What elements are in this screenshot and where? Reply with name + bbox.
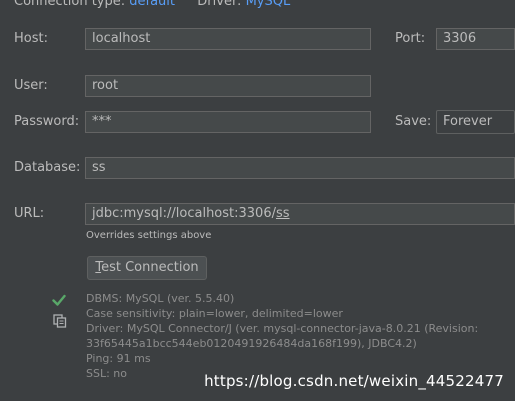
port-field[interactable]: 3306	[436, 28, 515, 50]
save-select[interactable]: Forever	[436, 110, 515, 134]
status-line-case-sensitivity: Case sensitivity: plain=lower, delimited…	[86, 307, 343, 320]
url-field[interactable]: jdbc:mysql://localhost:3306/ss	[85, 203, 515, 225]
url-label: URL:	[14, 206, 45, 221]
status-line-driver: Driver: MySQL Connector/J (ver. mysql-co…	[86, 322, 479, 335]
watermark: https://blog.csdn.net/weixin_44522477	[204, 372, 504, 390]
status-line-revision: 33f65445a1bcc544eb0120491926484da168f199…	[86, 337, 417, 350]
connection-type-label: Connection type:	[14, 0, 126, 9]
database-label: Database:	[14, 160, 81, 175]
connection-type-row: Connection type: default Driver: MySQL	[14, 0, 290, 9]
url-database: ss	[275, 206, 290, 221]
host-label: Host:	[14, 31, 48, 46]
url-prefix: jdbc:mysql://localhost:3306/	[92, 206, 276, 221]
driver-link[interactable]: MySQL	[246, 0, 291, 9]
host-field[interactable]: localhost	[85, 28, 371, 50]
save-label: Save:	[395, 114, 432, 129]
password-label: Password:	[14, 114, 80, 129]
copy-icon[interactable]	[53, 314, 67, 328]
user-label: User:	[14, 78, 48, 93]
driver-label: Driver:	[197, 0, 242, 9]
connection-type-link[interactable]: default	[129, 0, 175, 9]
check-icon	[52, 293, 66, 307]
database-field[interactable]: ss	[85, 157, 515, 179]
test-connection-button[interactable]: Test Connection	[87, 256, 207, 280]
url-hint: Overrides settings above	[86, 230, 212, 241]
user-field[interactable]: root	[85, 75, 371, 97]
port-label: Port:	[395, 31, 426, 46]
password-field[interactable]: ***	[85, 111, 371, 133]
status-line-dbms: DBMS: MySQL (ver. 5.5.40)	[86, 292, 235, 305]
status-line-ping: Ping: 91 ms	[86, 352, 151, 365]
test-connection-label: est Connection	[101, 260, 199, 275]
connection-status: DBMS: MySQL (ver. 5.5.40) Case sensitivi…	[86, 291, 478, 381]
